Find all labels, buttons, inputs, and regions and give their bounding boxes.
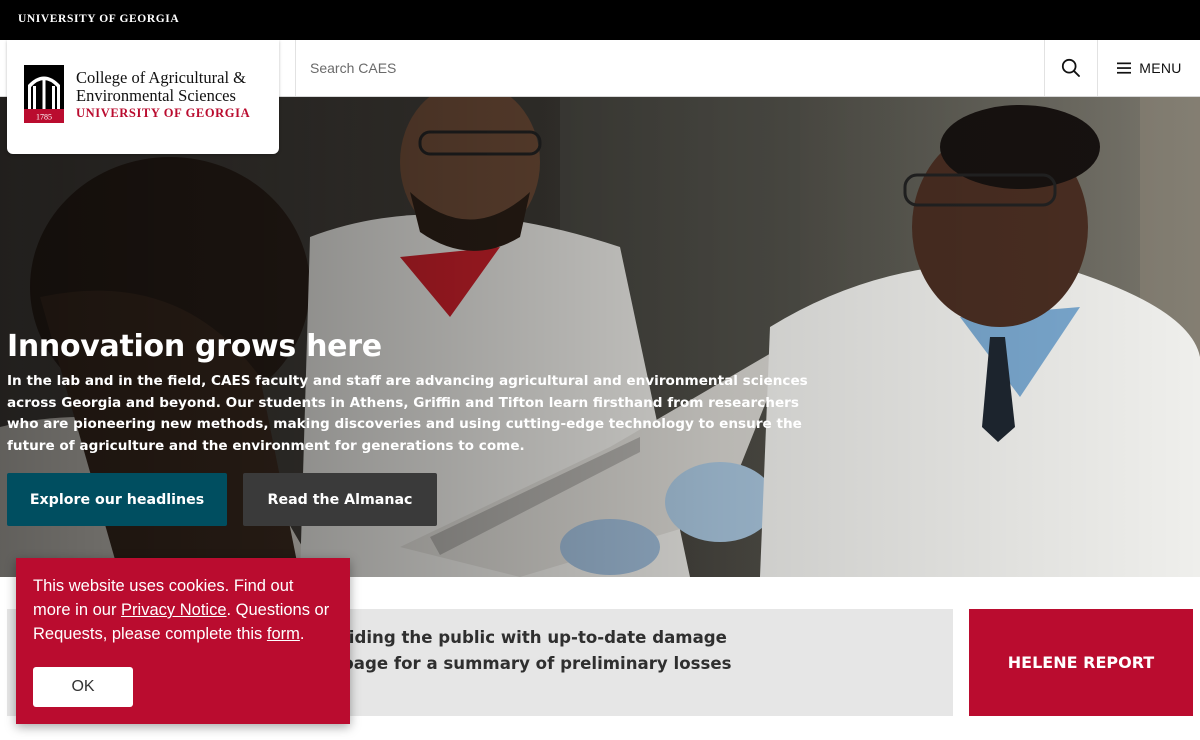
- cookie-text-part3: .: [299, 625, 305, 643]
- hero-banner: Innovation grows here In the lab and in …: [0, 97, 1200, 577]
- cookie-message: This website uses cookies. Find out more…: [33, 574, 333, 646]
- cookie-ok-button[interactable]: OK: [33, 667, 133, 707]
- search-icon: [1061, 58, 1080, 77]
- explore-headlines-button[interactable]: Explore our headlines: [7, 473, 227, 526]
- search-button[interactable]: [1044, 40, 1098, 96]
- helene-report-button[interactable]: HELENE REPORT: [969, 609, 1193, 716]
- privacy-notice-link[interactable]: Privacy Notice: [121, 601, 226, 619]
- hero-title: Innovation grows here: [7, 329, 382, 364]
- logo-university: UNIVERSITY OF GEORGIA: [76, 106, 251, 120]
- menu-label: MENU: [1139, 60, 1182, 76]
- seal-year: 1785: [36, 113, 52, 122]
- logo-college-line2: Environmental Sciences: [76, 86, 236, 105]
- cookie-banner: This website uses cookies. Find out more…: [16, 558, 350, 724]
- menu-button[interactable]: MENU: [1099, 40, 1200, 96]
- caes-logo[interactable]: 1785 College of Agricultural & Environme…: [7, 40, 279, 154]
- request-form-link[interactable]: form: [267, 625, 300, 643]
- read-almanac-button[interactable]: Read the Almanac: [243, 473, 437, 526]
- logo-college-line1: College of Agricultural &: [76, 68, 247, 87]
- search-input[interactable]: [296, 40, 1045, 96]
- arch-seal-icon: 1785: [24, 65, 64, 123]
- university-bar: UNIVERSITY OF GEORGIA: [0, 0, 1200, 40]
- search-box: [295, 40, 1045, 96]
- hamburger-icon: [1117, 62, 1132, 74]
- hero-description: In the lab and in the field, CAES facult…: [7, 373, 808, 455]
- university-wordmark[interactable]: UNIVERSITY OF GEORGIA: [18, 13, 179, 25]
